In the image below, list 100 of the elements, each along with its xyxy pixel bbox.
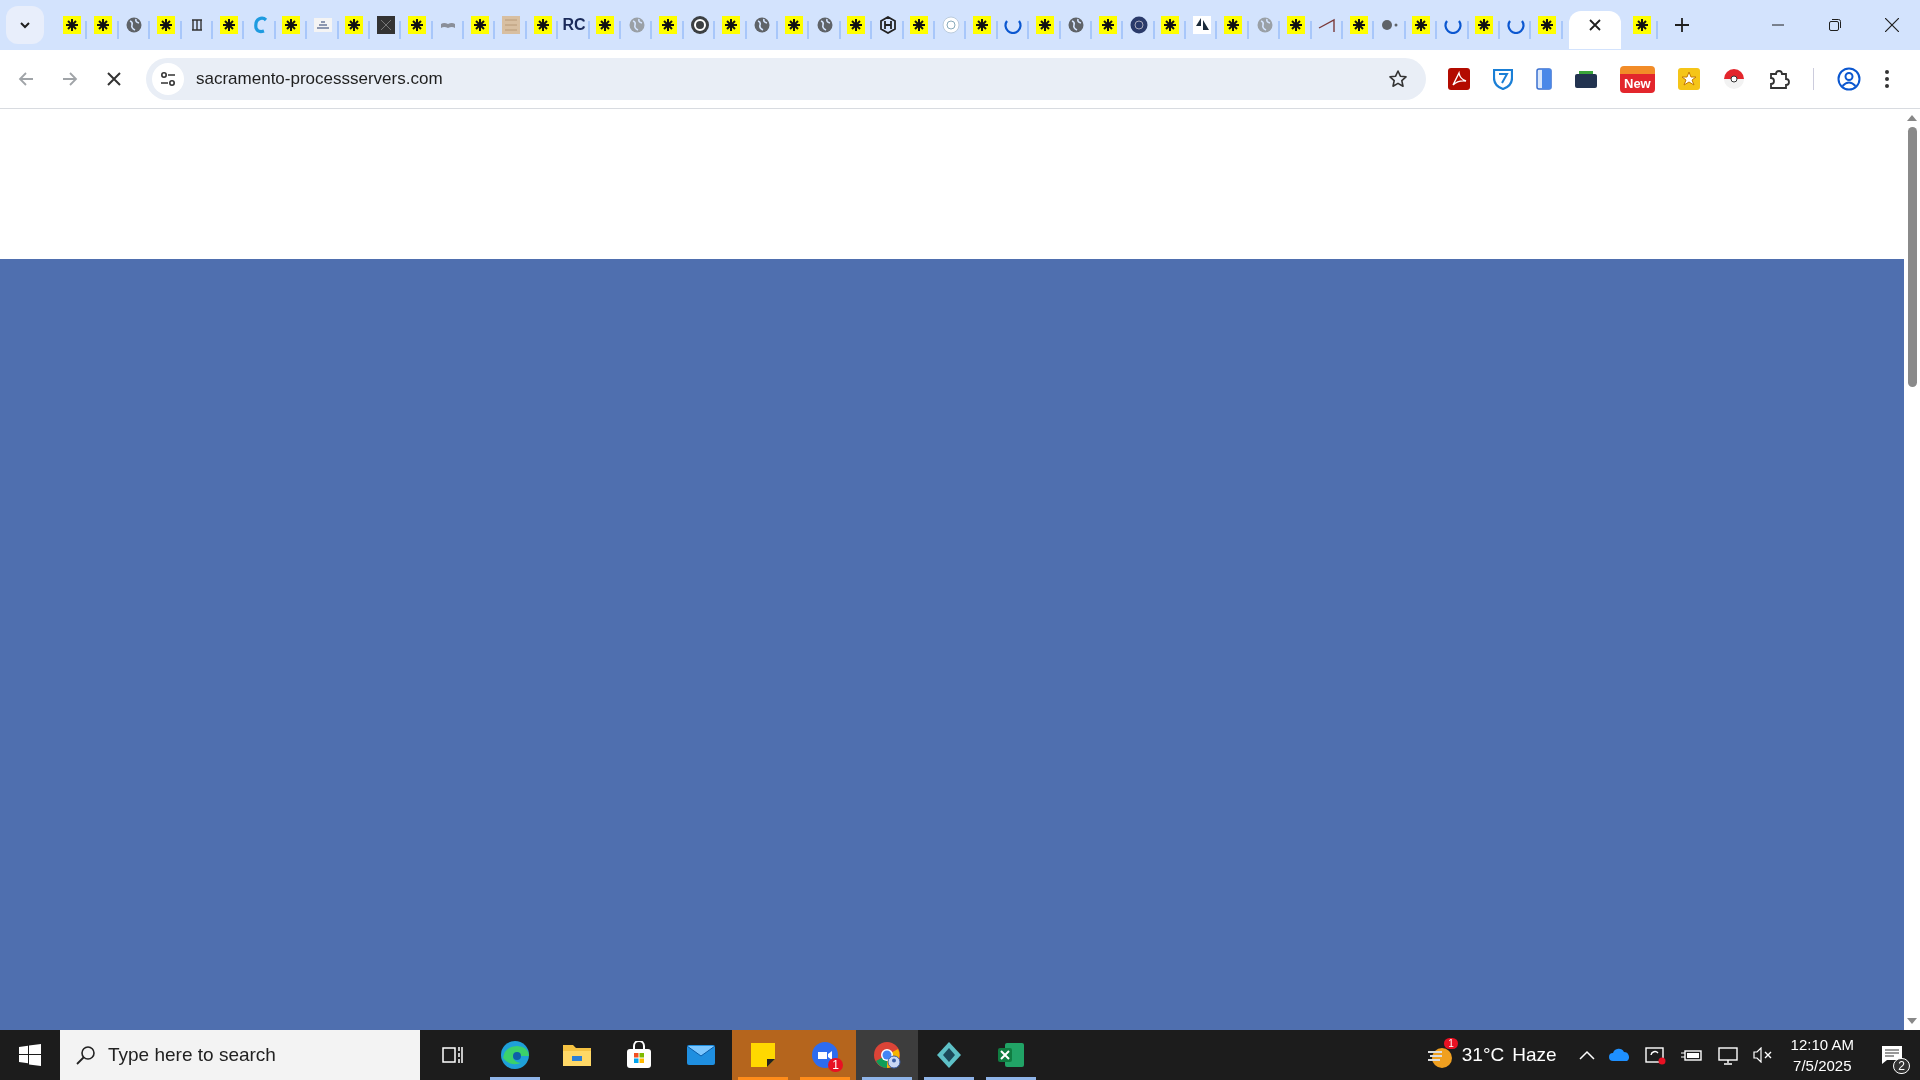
asterisk-icon bbox=[1412, 16, 1431, 34]
scroll-up-icon[interactable] bbox=[1907, 115, 1917, 121]
globe-icon bbox=[1256, 17, 1273, 33]
sticky-note-icon bbox=[750, 1042, 776, 1068]
restore-icon bbox=[1828, 19, 1841, 31]
asterisk-icon bbox=[470, 16, 489, 34]
folder-extension-icon[interactable] bbox=[1575, 70, 1597, 88]
monitor-alert-icon[interactable] bbox=[1644, 1045, 1667, 1065]
folder-icon bbox=[562, 1042, 592, 1068]
asterisk-icon bbox=[596, 16, 615, 34]
asterisk-icon bbox=[1475, 16, 1494, 34]
hexagon-logo-icon bbox=[878, 16, 897, 34]
envelope-icon bbox=[686, 1043, 716, 1067]
taskbar-app[interactable] bbox=[856, 1030, 918, 1080]
notification-count: 2 bbox=[1893, 1058, 1910, 1074]
asterisk-icon bbox=[1633, 16, 1652, 34]
clock[interactable]: 12:10 AM 7/5/2025 bbox=[1790, 1036, 1854, 1074]
notification-badge: 1 bbox=[828, 1058, 843, 1072]
phone-extension-icon[interactable] bbox=[1536, 68, 1552, 90]
asterisk-icon bbox=[721, 16, 740, 34]
close-icon bbox=[1884, 18, 1899, 32]
asterisk-icon bbox=[1538, 16, 1557, 34]
asterisk-icon bbox=[94, 16, 113, 34]
circle-logo-icon bbox=[690, 16, 709, 34]
globe-icon bbox=[817, 17, 834, 33]
pdf-extension-icon[interactable] bbox=[1448, 68, 1470, 90]
book-icon bbox=[440, 21, 457, 29]
notifications-button[interactable]: 2 bbox=[1868, 1030, 1916, 1080]
search-field[interactable]: Type here to search bbox=[60, 1030, 420, 1080]
time-text: 12:10 AM bbox=[1790, 1036, 1854, 1053]
extensions-puzzle-icon[interactable] bbox=[1767, 68, 1790, 90]
logo-icon bbox=[313, 18, 332, 32]
forward-arrow-icon bbox=[62, 71, 78, 87]
asterisk-icon bbox=[156, 16, 175, 34]
asterisk-icon bbox=[659, 16, 678, 34]
scroll-thumb[interactable] bbox=[1907, 127, 1917, 387]
building-icon bbox=[190, 18, 205, 32]
globe-icon bbox=[1068, 17, 1085, 33]
weather-condition-text: Haze bbox=[1512, 1044, 1557, 1066]
back-arrow-icon bbox=[18, 71, 34, 87]
globe-icon bbox=[126, 17, 143, 33]
site-settings-button[interactable] bbox=[152, 63, 184, 95]
profile-icon[interactable] bbox=[1836, 67, 1861, 91]
search-icon bbox=[76, 1045, 96, 1065]
asterisk-icon bbox=[1224, 16, 1243, 34]
plus-icon bbox=[1675, 18, 1690, 32]
chevron-up-icon[interactable] bbox=[1578, 1050, 1595, 1060]
new-badge-extension[interactable]: New bbox=[1620, 65, 1655, 93]
asterisk-icon bbox=[910, 16, 929, 34]
address-bar[interactable]: sacramento-processservers.com bbox=[146, 58, 1426, 100]
asterisk-icon bbox=[1286, 16, 1305, 34]
slash-icon bbox=[1318, 16, 1337, 34]
date-text: 7/5/2025 bbox=[1793, 1057, 1852, 1074]
battery-icon[interactable] bbox=[1680, 1048, 1703, 1062]
asterisk-icon bbox=[1349, 16, 1368, 34]
url-text: sacramento-processservers.com bbox=[196, 69, 444, 89]
browser-tab[interactable] bbox=[1568, 11, 1621, 49]
shield-extension-icon[interactable] bbox=[1493, 68, 1513, 90]
taskbar-app[interactable]: 1 bbox=[794, 1030, 856, 1080]
notification-badge: 1 bbox=[1444, 1038, 1458, 1049]
globe-icon bbox=[1381, 19, 1400, 31]
asterisk-icon bbox=[973, 16, 991, 34]
ring-icon bbox=[941, 16, 960, 34]
close-icon bbox=[107, 72, 121, 86]
asterisk-icon bbox=[847, 16, 866, 34]
asterisk-icon bbox=[1035, 16, 1054, 34]
browser-tab[interactable]: RC bbox=[558, 11, 590, 49]
tune-icon bbox=[160, 71, 176, 87]
close-icon[interactable] bbox=[1588, 19, 1601, 31]
scroll-down-icon[interactable] bbox=[1907, 1018, 1917, 1024]
dark-square-icon bbox=[376, 16, 395, 34]
diamond-icon bbox=[935, 1041, 963, 1069]
globe-icon bbox=[754, 17, 771, 33]
muted-speaker-icon[interactable] bbox=[1752, 1047, 1773, 1063]
c-logo-icon bbox=[252, 16, 269, 34]
asterisk-icon bbox=[1098, 16, 1117, 34]
bookmark-star-icon[interactable] bbox=[1388, 69, 1408, 89]
task-view-icon bbox=[442, 1045, 464, 1065]
asterisk-icon bbox=[784, 16, 803, 34]
temperature-text: 31°C bbox=[1461, 1044, 1505, 1066]
logo-text: RC bbox=[562, 16, 586, 34]
asterisk-icon bbox=[533, 16, 552, 34]
spreadsheet-icon bbox=[997, 1042, 1025, 1068]
ball-extension-icon[interactable] bbox=[1722, 68, 1745, 90]
asterisk-icon bbox=[408, 16, 426, 34]
asterisk-icon bbox=[1161, 16, 1180, 34]
shopping-bag-icon bbox=[625, 1041, 653, 1069]
wave-logo-icon bbox=[500, 1040, 530, 1070]
asterisk-icon bbox=[345, 16, 364, 34]
cloud-icon[interactable] bbox=[1608, 1048, 1631, 1062]
menu-icon[interactable] bbox=[1883, 69, 1890, 89]
sail-logo-icon bbox=[1192, 16, 1211, 34]
asterisk-icon bbox=[219, 16, 238, 34]
globe-icon bbox=[628, 17, 645, 33]
seal-icon bbox=[1129, 16, 1148, 34]
star-extension-icon[interactable] bbox=[1677, 68, 1700, 90]
network-monitor-icon[interactable] bbox=[1716, 1045, 1739, 1065]
browser-logo-icon bbox=[872, 1040, 902, 1070]
tile-icon bbox=[502, 16, 521, 34]
asterisk-icon bbox=[282, 16, 301, 34]
